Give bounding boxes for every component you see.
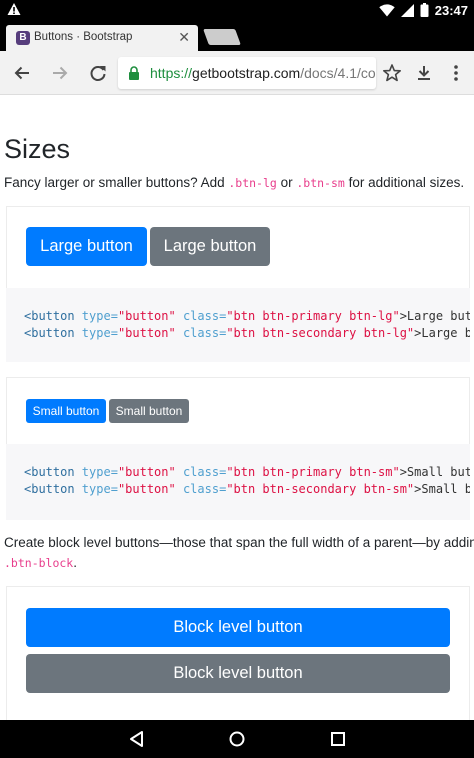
android-nav-bar	[0, 720, 474, 758]
tab-title: Buttons · Bootstrap	[34, 31, 133, 43]
code-text: >Large but	[399, 309, 470, 323]
code-attr: type=	[74, 326, 118, 340]
large-secondary-button[interactable]: Large button	[150, 227, 270, 266]
code-attr: type=	[74, 309, 118, 323]
block-intro-text: Create block level buttons—those that sp…	[4, 535, 474, 550]
browser-tab[interactable]: B Buttons · Bootstrap ✕	[6, 25, 198, 51]
code-tag: <button	[24, 482, 75, 496]
block-secondary-button[interactable]: Block level button	[26, 654, 450, 693]
code-tag: <button	[24, 326, 75, 340]
battery-icon	[420, 3, 429, 17]
code-string: "button"	[117, 309, 176, 323]
code-line: <button type="button" class="btn btn-pri…	[24, 308, 470, 325]
address-bar[interactable]: https://getbootstrap.com/docs/4.1/com	[118, 57, 376, 89]
warning-icon	[7, 3, 21, 15]
code-attr: type=	[74, 465, 118, 479]
code-line: <button type="button" class="btn btn-pri…	[24, 464, 470, 481]
url-path: /docs/4.1/com	[300, 65, 376, 81]
block-primary-button[interactable]: Block level button	[26, 608, 450, 647]
home-circle-icon[interactable]	[228, 730, 246, 748]
code-string: "btn btn-primary btn-lg"	[226, 309, 400, 323]
status-bar: 23:47	[0, 0, 474, 20]
download-icon[interactable]	[414, 63, 434, 83]
url-host: getbootstrap.com	[192, 65, 301, 81]
new-tab-button[interactable]	[203, 29, 241, 45]
code-string: "button"	[117, 482, 176, 496]
reload-icon[interactable]	[88, 63, 108, 83]
large-primary-button[interactable]: Large button	[26, 227, 147, 266]
small-secondary-button[interactable]: Small button	[109, 399, 189, 423]
web-page: Sizes Fancy larger or smaller buttons? A…	[0, 96, 474, 720]
code-attr: class=	[175, 482, 227, 496]
small-buttons-code: <button type="button" class="btn btn-pri…	[6, 444, 470, 520]
more-menu-icon[interactable]	[446, 63, 466, 83]
code-string: "btn btn-secondary btn-sm"	[226, 482, 415, 496]
sizes-intro-after: for additional sizes.	[344, 175, 465, 190]
code-string: "btn btn-primary btn-sm"	[226, 465, 400, 479]
section-heading-sizes: Sizes	[4, 134, 71, 164]
star-icon[interactable]	[382, 63, 402, 83]
large-buttons-example: Large button Large button	[6, 206, 470, 288]
code-btn-block: .btn-block	[4, 556, 74, 570]
code-line: <button type="button" class="btn btn-sec…	[24, 481, 470, 498]
code-text: >Small but	[399, 465, 470, 479]
block-intro-text-line2: .btn-block.	[4, 552, 77, 574]
code-attr: type=	[74, 482, 118, 496]
block-intro-after: .	[73, 555, 78, 570]
signal-icon	[400, 3, 414, 17]
code-tag: <button	[24, 465, 75, 479]
back-triangle-icon[interactable]	[128, 730, 146, 748]
large-buttons-code: <button type="button" class="btn btn-pri…	[6, 288, 470, 362]
forward-icon[interactable]	[50, 63, 70, 83]
code-attr: class=	[175, 465, 227, 479]
status-time: 23:47	[434, 2, 468, 18]
tab-close-icon[interactable]: ✕	[178, 29, 190, 45]
bootstrap-favicon-icon: B	[16, 31, 30, 45]
url-text: https://getbootstrap.com/docs/4.1/com	[150, 65, 376, 81]
sizes-intro-text: Fancy larger or smaller buttons? Add .bt…	[4, 172, 464, 194]
code-line: <button type="button" class="btn btn-sec…	[24, 325, 470, 342]
code-text: >Small b	[414, 482, 470, 496]
small-primary-button[interactable]: Small button	[26, 399, 106, 423]
code-attr: class=	[175, 309, 227, 323]
recents-square-icon[interactable]	[329, 730, 347, 748]
wifi-icon	[379, 3, 395, 16]
code-tag: <button	[24, 309, 75, 323]
sizes-intro-middle: or	[276, 175, 297, 190]
code-string: "button"	[117, 465, 176, 479]
code-string: "button"	[117, 326, 176, 340]
small-buttons-example: Small button Small button	[6, 377, 470, 444]
sizes-intro-before: Fancy larger or smaller buttons? Add	[4, 175, 229, 190]
url-scheme: https://	[150, 65, 193, 81]
code-string: "btn btn-secondary btn-lg"	[226, 326, 415, 340]
code-attr: class=	[175, 326, 227, 340]
code-btn-sm: .btn-sm	[296, 176, 345, 190]
browser-toolbar: https://getbootstrap.com/docs/4.1/com	[0, 51, 474, 95]
back-icon[interactable]	[12, 63, 32, 83]
lock-icon	[129, 66, 139, 80]
code-text: >Large b	[414, 326, 470, 340]
code-btn-lg: .btn-lg	[228, 176, 277, 190]
block-buttons-example: Block level button Block level button	[6, 586, 470, 720]
